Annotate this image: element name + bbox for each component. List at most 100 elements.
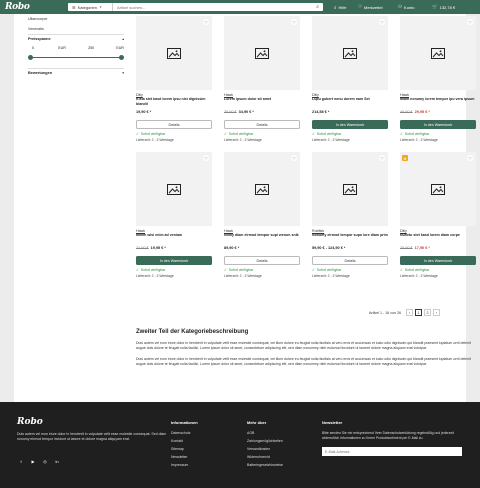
price-section-toggle[interactable]: Preisspanne ▴ (28, 34, 124, 43)
product-image[interactable]: ♡ (136, 152, 212, 226)
current-price: 59,90 € - 124,90 € * (312, 246, 346, 250)
product-card[interactable]: ♡ Hawk Nomy diam eirmod tempor supi werum … (224, 152, 300, 278)
availability: ✓ Sofort verfügbar (224, 268, 300, 272)
help-label: Hilfe (338, 4, 347, 10)
product-image[interactable]: ♡ (224, 16, 300, 90)
search-input[interactable] (117, 4, 305, 10)
delivery-time: Lieferzeit: 2 - 3 Werktage (400, 137, 438, 142)
footer-link[interactable]: Impressum (171, 463, 198, 471)
product-image[interactable]: ♡ (312, 16, 388, 90)
product-image[interactable]: ♡ (400, 16, 476, 90)
footer-link[interactable]: Kontakt (171, 439, 198, 447)
description-paragraph: Duis autem vel eum iriure dolor in hendr… (136, 356, 471, 367)
footer-link[interactable]: AGB (247, 431, 283, 439)
product-name[interactable]: Kista stet kasd lorem ipsu nisi dignissi… (136, 97, 212, 107)
heart-icon[interactable]: ♡ (291, 19, 297, 25)
filter-option[interactable]: Ultamcorper (28, 14, 124, 24)
help-link[interactable]: ⌕ Hilfe (334, 3, 347, 11)
product-card[interactable]: ♡ Dilly Kista stet kasd lorem ipsu nisi di… (136, 16, 212, 142)
product-brand[interactable]: Dilly (400, 229, 476, 233)
product-image[interactable]: ♡ (312, 152, 388, 226)
ratings-section-toggle[interactable]: Bewertungen ▾ (28, 68, 124, 77)
next-page-button[interactable]: › (432, 309, 440, 316)
footer-link[interactable]: Versandkosten (247, 447, 283, 455)
product-card[interactable]: ♡ Hawk Minim wisi enim ad veniam 24,90 €19,… (136, 152, 212, 278)
newsletter-email-input[interactable] (322, 447, 462, 457)
heart-icon[interactable]: ♡ (379, 19, 385, 25)
prev-page-button[interactable]: ‹ (405, 309, 413, 316)
footer-link[interactable]: Sitemap (171, 447, 198, 455)
category-button[interactable]: ☰ Kategorien ▾ (68, 3, 113, 11)
product-name[interactable]: Nunetu stet kasd lorem diam corpe (400, 233, 476, 243)
image-placeholder-icon (431, 47, 445, 59)
heart-icon[interactable]: ♡ (203, 155, 209, 161)
product-name[interactable]: Nonumy eirmod tempor supo lore diam prim (312, 233, 388, 243)
product-price: 49,90 €29,95 € * (400, 110, 476, 116)
details-button[interactable]: Details (224, 120, 300, 129)
heart-icon[interactable]: ♡ (203, 19, 209, 25)
product-card[interactable]: ♡ Hawk Miam nonumy lorem tempor ipu vera i… (400, 16, 476, 142)
page-button-2[interactable]: 2 (423, 309, 431, 316)
product-name[interactable]: Lorem ipsum dolor sit amet (224, 97, 300, 107)
search-icon[interactable]: ⌕ (316, 4, 319, 10)
details-button[interactable]: Details (136, 120, 212, 129)
current-price: 89,90 € * (224, 246, 240, 250)
price-min[interactable]: 0 (28, 46, 38, 50)
wishlist-label: Merkzettel (364, 4, 383, 10)
price-slider[interactable] (28, 54, 124, 62)
product-card[interactable]: ♡ Hawk Lorem ipsum dolor sit amet 39,90 €34… (224, 16, 300, 142)
slider-min-handle[interactable] (28, 55, 33, 61)
details-button[interactable]: Details (224, 256, 300, 265)
slider-max-handle[interactable] (119, 55, 124, 61)
heart-icon[interactable]: ♡ (379, 155, 385, 161)
footer-link[interactable]: Batteriegesetzhinweise (247, 463, 283, 471)
footer-link[interactable]: Zahlungsmöglichkeiten (247, 439, 283, 447)
product-card[interactable]: ★ ♡ Dilly Nunetu stet kasd lorem diam corpe… (400, 152, 476, 278)
add-to-cart-button[interactable]: In den Warenkorb (400, 120, 476, 129)
product-name[interactable]: Nomy diam eirmod tempor supi werum snik (224, 233, 300, 243)
footer-logo[interactable]: Robo (17, 417, 43, 427)
product-image[interactable]: ★ ♡ (400, 152, 476, 226)
heart-icon[interactable]: ♡ (467, 155, 473, 161)
wishlist-link[interactable]: ♡ Merkzettel (358, 3, 383, 11)
product-brand[interactable]: Hawk (136, 229, 212, 233)
heart-icon[interactable]: ♡ (291, 155, 297, 161)
product-name[interactable]: Minim wisi enim ad veniam (136, 233, 212, 243)
heart-icon[interactable]: ♡ (467, 19, 473, 25)
product-brand[interactable]: Hawk (224, 229, 300, 233)
product-brand[interactable]: Hawk (400, 93, 476, 97)
account-link[interactable]: ⚇ Konto (398, 3, 415, 11)
footer-link[interactable]: Datenschutz (171, 431, 198, 439)
footer-link[interactable]: Widerrufsrecht (247, 455, 283, 463)
check-icon: ✓ (136, 132, 139, 136)
product-image[interactable]: ♡ (224, 152, 300, 226)
ratings-section-label: Bewertungen (28, 71, 53, 75)
linkedin-icon[interactable]: in (53, 457, 61, 465)
add-to-cart-button[interactable]: In den Warenkorb (400, 256, 476, 265)
current-price: 214,58 € * (312, 110, 330, 114)
availability: ✓ Sofort verfügbar (400, 268, 476, 272)
product-card[interactable]: ♡ Dilly Lupu gubert nonu dorem nam Set 214,… (312, 16, 388, 142)
page-button-1[interactable]: 1 (414, 309, 422, 316)
facebook-icon[interactable]: f (17, 457, 25, 465)
footer-link[interactable]: Newsletter (171, 455, 198, 463)
instagram-icon[interactable]: ◎ (41, 457, 49, 465)
product-name[interactable]: Lupu gubert nonu dorem nam Set (312, 97, 388, 107)
product-card[interactable]: ♡ Rubfish Nonumy eirmod tempor supo lore d… (312, 152, 388, 278)
product-brand[interactable]: Hawk (224, 93, 300, 97)
details-button[interactable]: Details (312, 256, 388, 265)
logo[interactable]: Robo (5, 2, 30, 12)
cart-link[interactable]: 🛒 132,78 € (432, 3, 455, 11)
product-name[interactable]: Miam nonumy lorem tempor ipu vera ipsum (400, 97, 476, 107)
user-icon: ⚇ (398, 4, 403, 9)
product-image[interactable]: ♡ (136, 16, 212, 90)
product-brand[interactable]: Dilly (136, 93, 212, 97)
add-to-cart-button[interactable]: In den Warenkorb (136, 256, 212, 265)
check-icon: ✓ (224, 132, 227, 136)
youtube-icon[interactable]: ▶ (29, 457, 37, 465)
price-max[interactable]: 250 (86, 46, 96, 50)
add-to-cart-button[interactable]: In den Warenkorb (312, 120, 388, 129)
product-brand[interactable]: Dilly (312, 93, 388, 97)
product-brand[interactable]: Rubfish (312, 229, 388, 233)
filter-option[interactable]: Venenatis (28, 24, 124, 34)
